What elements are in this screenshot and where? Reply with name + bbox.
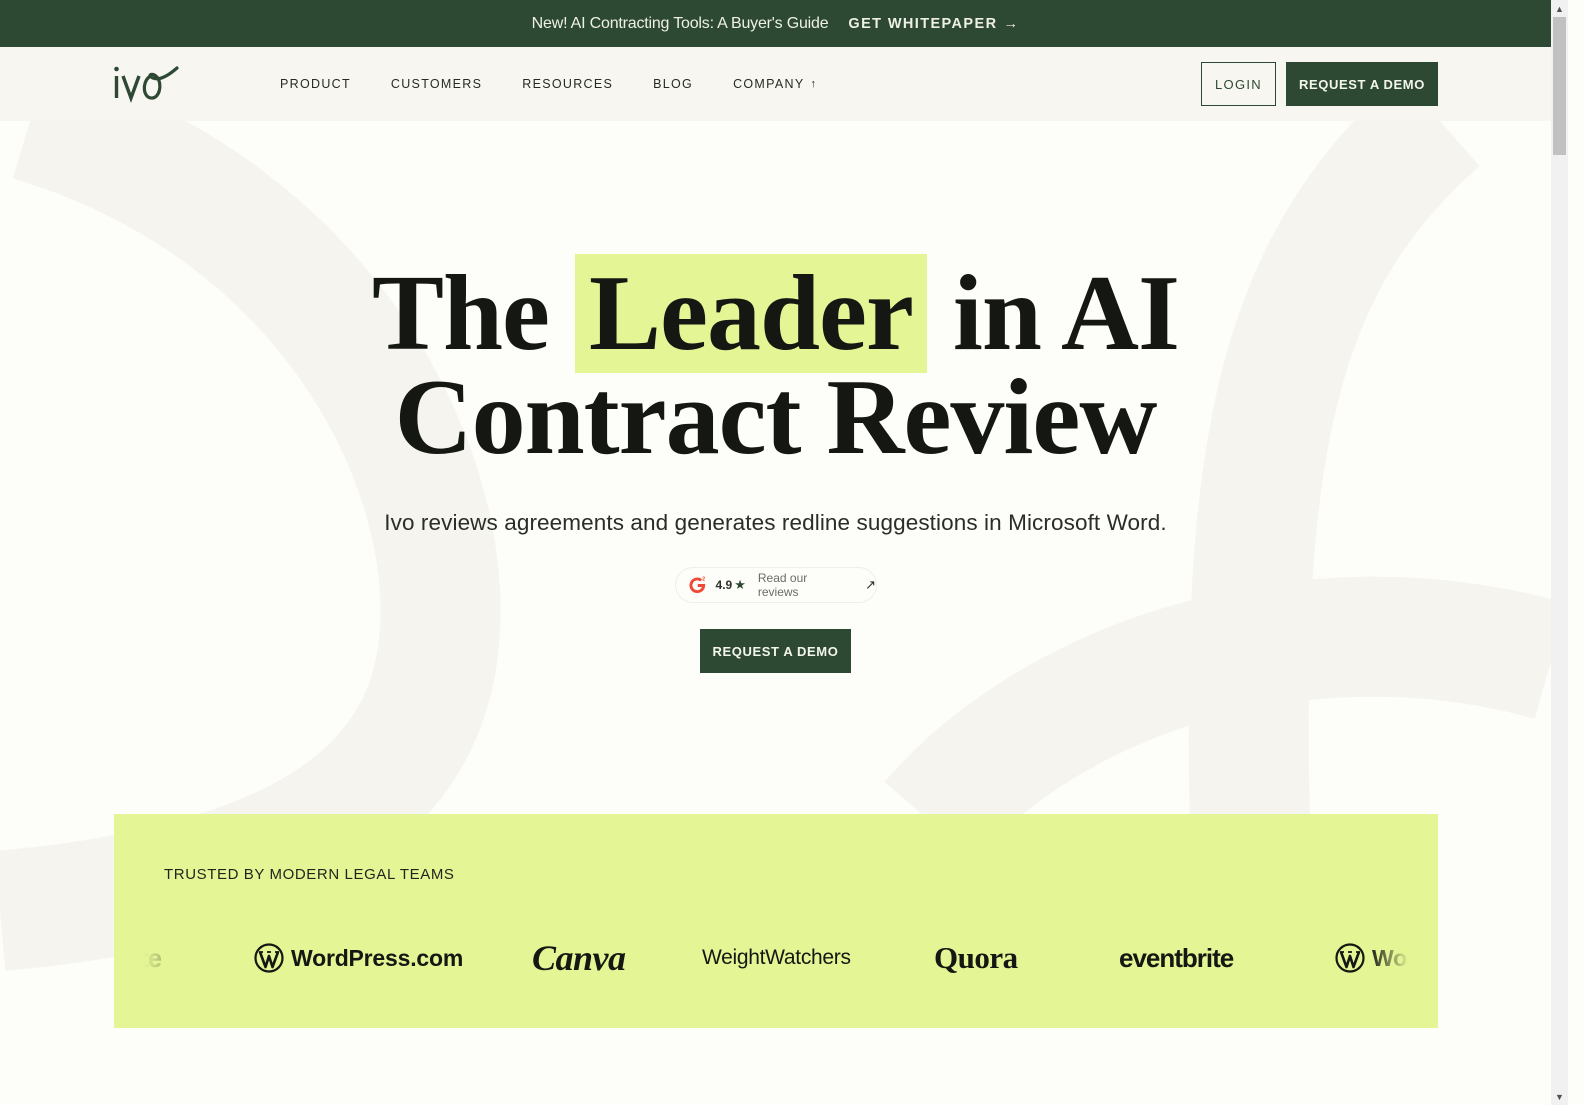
nav-resources-label: RESOURCES: [522, 77, 614, 91]
read-reviews-label: Read our reviews: [757, 571, 808, 599]
nav-resources[interactable]: RESOURCES: [522, 77, 613, 91]
logo-text: eventbrite: [1119, 942, 1234, 973]
carousel-fade-right: [1369, 930, 1409, 986]
star-icon: ★: [734, 577, 746, 592]
trusted-by-section: TRUSTED BY MODERN LEGAL TEAMS te WordPre…: [114, 814, 1438, 1028]
external-link-icon: ↗: [865, 577, 876, 592]
site-header: PRODUCT CUSTOMERS RESOURCES BLOG COMPANY…: [0, 47, 1551, 121]
carousel-fade-left: [144, 930, 184, 986]
hero-subtitle: Ivo reviews agreements and generates red…: [384, 510, 1167, 535]
logo-quora: Quora: [934, 930, 1018, 986]
logo-text: WordPress.com: [291, 944, 464, 971]
logo-wordpress: WordPress.com: [254, 930, 463, 986]
get-whitepaper-link[interactable]: GET WHITEPAPER →: [848, 16, 1019, 32]
announcement-text: New! AI Contracting Tools: A Buyer's Gui…: [531, 14, 829, 32]
logo-text: Quora: [934, 940, 1018, 975]
nav-blog-label: BLOG: [653, 77, 694, 91]
ivo-logo[interactable]: [113, 65, 181, 103]
logo-weightwatchers: WeightWatchers: [702, 930, 851, 986]
nav-company[interactable]: COMPANY ↑: [733, 77, 817, 91]
scroll-up-icon[interactable]: ▲: [1551, 0, 1568, 17]
nav-company-label: COMPANY: [733, 77, 805, 91]
wordpress-icon: [1335, 943, 1365, 973]
logo-canva: Canva: [532, 930, 626, 986]
logo-eventbrite: eventbrite: [1119, 930, 1234, 986]
scroll-down-icon[interactable]: ▼: [1551, 1088, 1568, 1105]
page-scrollbar[interactable]: ▲ ▼: [1551, 0, 1568, 1105]
hero-title-line2: Contract Review: [394, 358, 1158, 477]
rating: 4.9 ★: [716, 577, 746, 593]
arrow-up-icon: ↑: [810, 78, 818, 90]
page: New! AI Contracting Tools: A Buyer's Gui…: [0, 0, 1551, 1105]
rating-value: 4.9: [715, 578, 733, 592]
hero-title-highlight: Leader: [575, 254, 927, 373]
hero-title-the: The: [371, 254, 550, 373]
logo-text: WeightWatchers: [702, 946, 851, 969]
svg-text:2: 2: [702, 577, 705, 583]
announcement-bar: New! AI Contracting Tools: A Buyer's Gui…: [0, 0, 1551, 47]
nav-customers-label: CUSTOMERS: [390, 77, 483, 91]
get-whitepaper-label: GET WHITEPAPER: [848, 15, 998, 32]
request-demo-hero-button[interactable]: REQUEST A DEMO: [700, 629, 851, 673]
trusted-by-label: TRUSTED BY MODERN LEGAL TEAMS: [164, 866, 455, 883]
scrollbar-thumb[interactable]: [1553, 17, 1566, 155]
main-nav: PRODUCT CUSTOMERS RESOURCES BLOG COMPANY…: [280, 47, 857, 121]
request-demo-header-button[interactable]: REQUEST A DEMO: [1286, 62, 1438, 106]
nav-blog[interactable]: BLOG: [653, 77, 693, 91]
g2-logo-icon: 2: [689, 577, 705, 594]
hero-title: The Leader in AI Contract Review: [0, 254, 1551, 472]
customer-logo-carousel: te WordPress.com Canva WeightWatchers Qu…: [144, 930, 1409, 986]
login-button[interactable]: LOGIN: [1201, 62, 1276, 106]
arrow-right-icon: →: [1003, 15, 1020, 32]
wordpress-icon: [254, 943, 284, 973]
logo-text: Canva: [532, 938, 626, 978]
nav-product-label: PRODUCT: [280, 77, 351, 91]
nav-customers[interactable]: CUSTOMERS: [391, 77, 482, 91]
g2-reviews-badge[interactable]: 2 4.9 ★ Read our reviews ↗: [675, 567, 877, 603]
hero-title-in-ai: in AI: [952, 254, 1180, 373]
nav-product[interactable]: PRODUCT: [280, 77, 351, 91]
